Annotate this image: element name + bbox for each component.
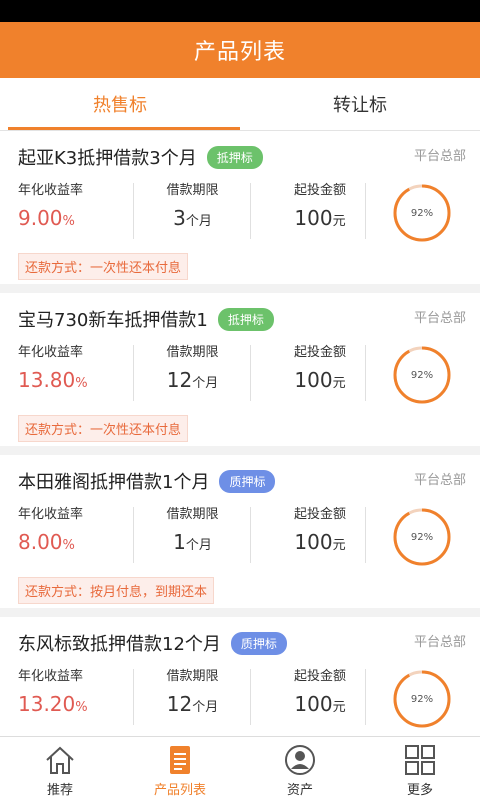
term-value: 1 bbox=[173, 530, 186, 554]
nav-recommend[interactable]: 推荐 bbox=[0, 737, 120, 801]
term-label: 借款期限 bbox=[166, 507, 219, 522]
divider bbox=[365, 507, 366, 563]
rate-label: 年化收益率 bbox=[18, 345, 84, 360]
min-amount-label: 起投金额 bbox=[293, 507, 346, 522]
tab-hot-sale[interactable]: 热售标 bbox=[0, 78, 240, 130]
status-bar bbox=[0, 0, 480, 22]
repay-method: 还款方式：一次性还本付息 bbox=[18, 415, 189, 442]
platform-label: 平台总部 bbox=[413, 149, 466, 164]
nav-label: 更多 bbox=[406, 783, 433, 798]
platform-label: 平台总部 bbox=[413, 635, 466, 650]
min-amount-value: 100 bbox=[294, 206, 333, 230]
product-type-badge: 质押标 bbox=[219, 469, 276, 493]
divider bbox=[133, 669, 134, 725]
home-icon bbox=[46, 746, 74, 774]
progress-text: 92% bbox=[410, 693, 434, 705]
repay-method: 还款方式：按月付息，到期还本 bbox=[18, 577, 215, 604]
rate-unit: % bbox=[62, 214, 75, 229]
term-value: 12 bbox=[166, 368, 193, 392]
divider bbox=[133, 507, 134, 563]
user-icon bbox=[285, 745, 315, 775]
divider bbox=[365, 669, 366, 725]
min-amount-label: 起投金额 bbox=[293, 669, 346, 684]
term-unit: 个月 bbox=[192, 376, 219, 391]
min-amount-value: 100 bbox=[294, 530, 333, 554]
product-card[interactable]: 起亚K3抵押借款3个月 抵押标 平台总部 年化收益率 9.00% 借款期限 3个… bbox=[0, 131, 480, 284]
min-amount-unit: 元 bbox=[332, 376, 346, 391]
rate-unit: % bbox=[75, 376, 88, 391]
term-value: 3 bbox=[173, 206, 186, 230]
rate-label: 年化收益率 bbox=[18, 507, 84, 522]
divider bbox=[365, 345, 366, 401]
min-amount-label: 起投金额 bbox=[293, 345, 346, 360]
tab-transfer[interactable]: 转让标 bbox=[240, 78, 480, 130]
product-type-badge: 质押标 bbox=[230, 631, 287, 655]
rate-label: 年化收益率 bbox=[18, 183, 84, 198]
min-amount-unit: 元 bbox=[332, 214, 346, 229]
min-amount-unit: 元 bbox=[332, 538, 346, 553]
divider bbox=[250, 345, 251, 401]
page-title: 产品列表 bbox=[193, 40, 286, 65]
divider bbox=[250, 183, 251, 239]
platform-label: 平台总部 bbox=[413, 473, 466, 488]
divider bbox=[250, 507, 251, 563]
product-title: 东风标致抵押借款12个月 bbox=[18, 634, 221, 655]
term-unit: 个月 bbox=[185, 538, 212, 553]
nav-label: 推荐 bbox=[46, 783, 73, 798]
rate-unit: % bbox=[62, 538, 75, 553]
header-bar: 产品列表 bbox=[0, 22, 480, 78]
product-list: 起亚K3抵押借款3个月 抵押标 平台总部 年化收益率 9.00% 借款期限 3个… bbox=[0, 131, 480, 779]
term-value: 12 bbox=[166, 692, 193, 716]
nav-assets[interactable]: 资产 bbox=[240, 737, 360, 801]
term-label: 借款期限 bbox=[166, 345, 219, 360]
term-unit: 个月 bbox=[185, 214, 212, 229]
term-label: 借款期限 bbox=[166, 183, 219, 198]
progress-text: 92% bbox=[410, 207, 434, 219]
nav-label: 资产 bbox=[286, 783, 313, 798]
platform-label: 平台总部 bbox=[413, 311, 466, 326]
min-amount-value: 100 bbox=[294, 368, 333, 392]
term-label: 借款期限 bbox=[166, 669, 219, 684]
product-title: 起亚K3抵押借款3个月 bbox=[18, 148, 197, 169]
progress-text: 92% bbox=[410, 531, 434, 543]
divider bbox=[365, 183, 366, 239]
tab-bar: 热售标 转让标 bbox=[0, 78, 480, 131]
divider bbox=[133, 345, 134, 401]
rate-value: 8.00 bbox=[18, 530, 63, 554]
product-type-badge: 抵押标 bbox=[217, 307, 274, 331]
rate-label: 年化收益率 bbox=[18, 669, 84, 684]
product-type-badge: 抵押标 bbox=[206, 145, 263, 169]
progress-text: 92% bbox=[410, 369, 434, 381]
nav-label: 产品列表 bbox=[153, 783, 206, 798]
bottom-nav: 推荐 产品列表 资产 更多 bbox=[0, 736, 480, 801]
min-amount-value: 100 bbox=[294, 692, 333, 716]
document-list-icon bbox=[170, 746, 190, 774]
min-amount-label: 起投金额 bbox=[293, 183, 346, 198]
product-title: 本田雅阁抵押借款1个月 bbox=[18, 472, 210, 493]
rate-unit: % bbox=[75, 700, 88, 715]
product-title: 宝马730新车抵押借款1 bbox=[18, 310, 208, 331]
nav-product-list[interactable]: 产品列表 bbox=[120, 737, 240, 801]
min-amount-unit: 元 bbox=[332, 700, 346, 715]
repay-method: 还款方式：一次性还本付息 bbox=[18, 253, 189, 280]
rate-value: 9.00 bbox=[18, 206, 63, 230]
term-unit: 个月 bbox=[192, 700, 219, 715]
nav-more[interactable]: 更多 bbox=[360, 737, 480, 801]
rate-value: 13.20 bbox=[18, 692, 76, 716]
product-card[interactable]: 宝马730新车抵押借款1 抵押标 平台总部 年化收益率 13.80% 借款期限 … bbox=[0, 293, 480, 446]
rate-value: 13.80 bbox=[18, 368, 76, 392]
divider bbox=[133, 183, 134, 239]
product-card[interactable]: 本田雅阁抵押借款1个月 质押标 平台总部 年化收益率 8.00% 借款期限 1个… bbox=[0, 455, 480, 608]
grid-icon bbox=[405, 745, 435, 775]
divider bbox=[250, 669, 251, 725]
